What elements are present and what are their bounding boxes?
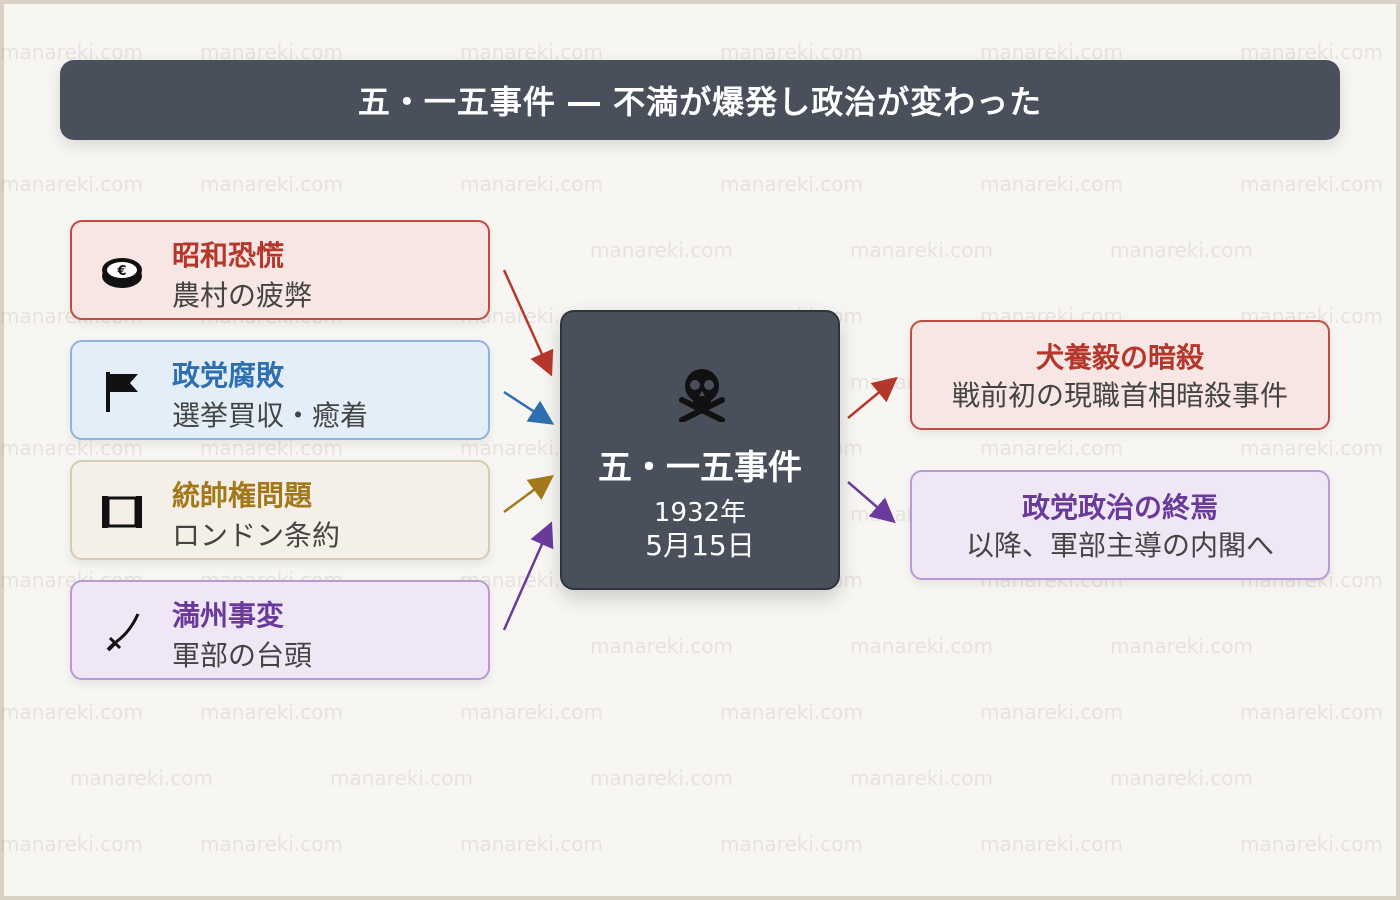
arrow-manchurian-incident (502, 521, 554, 631)
arrow-to-end-of-party-politics (847, 481, 896, 524)
arrow-party-corruption (503, 390, 555, 425)
arrow-showa-panic (502, 269, 554, 377)
arrow-to-assassination (847, 376, 898, 419)
arrow-supreme-command (503, 475, 555, 514)
connector-arrows (502, 269, 898, 631)
